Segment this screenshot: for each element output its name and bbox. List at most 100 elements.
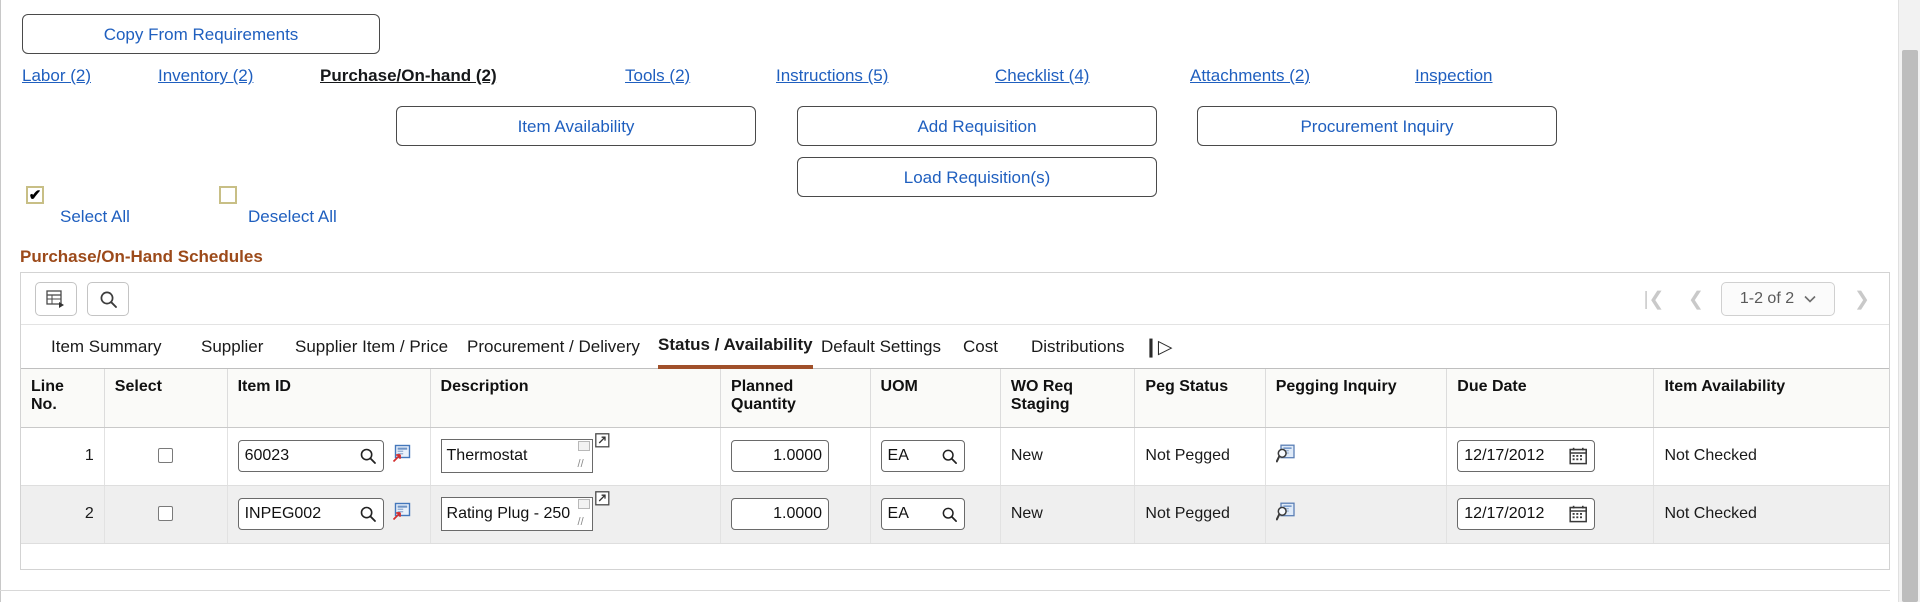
pager-first-button[interactable]: |❮ [1639,282,1669,316]
cell-item-id: INPEG002 [227,485,430,543]
uom-lookup-magnifier-icon[interactable] [941,506,958,523]
copy-from-requirements-button[interactable]: Copy From Requirements [22,14,380,54]
section-link-tabs: Labor (2) Inventory (2) Purchase/On-hand (… [0,66,1900,92]
add-requisition-button[interactable]: Add Requisition [797,106,1157,146]
planned-quantity-value: 1.0000 [773,505,822,523]
column-header-select: Select [104,369,227,427]
grid-find-icon[interactable] [87,282,129,316]
expand-description-icon[interactable] [595,433,612,455]
description-field[interactable]: Thermostat // [441,439,593,473]
lookup-prompt-icon[interactable] [393,502,411,525]
cell-uom: EA [870,485,1000,543]
column-header-pegging-inquiry: Pegging Inquiry [1265,369,1447,427]
cell-peg-status: Not Pegged [1135,427,1265,485]
pager-range-dropdown[interactable]: 1-2 of 2 [1721,282,1835,316]
column-header-item-availability: Item Availability [1654,369,1889,427]
pegging-inquiry-icon[interactable] [1276,444,1296,468]
uom-field[interactable]: EA [881,440,965,472]
column-header-item-id: Item ID [227,369,430,427]
deselect-all-link[interactable]: Deselect All [248,207,337,227]
page-scrollbar[interactable] [1898,0,1920,602]
table-row: 2INPEG002Rating Plug - 250//1.0000EANewN… [21,485,1889,543]
pegging-inquiry-icon[interactable] [1276,502,1296,526]
procurement-inquiry-label: Procurement Inquiry [1300,118,1453,135]
cell-description: Rating Plug - 250 // [430,485,721,543]
description-value: Rating Plug - 250 [447,505,571,523]
uom-lookup-magnifier-icon[interactable] [941,448,958,465]
grid-tab-procurement-delivery[interactable]: Procurement / Delivery [467,325,640,369]
grid-title: Purchase/On-Hand Schedules [20,247,263,267]
item-availability-button[interactable]: Item Availability [396,106,756,146]
calendar-icon[interactable] [1569,447,1588,465]
select-all-link[interactable]: Select All [60,207,130,227]
column-header-wo-req-staging: WO Req Staging [1000,369,1135,427]
grid-personalize-icon[interactable] [35,282,77,316]
page-scrollbar-thumb[interactable] [1902,50,1918,602]
grid-tab-cost[interactable]: Cost [963,325,998,369]
section-link-purchase-on-hand-2[interactable]: Purchase/On-hand (2) [320,66,497,86]
pager-next-button[interactable]: ❯ [1847,282,1877,316]
grid-tab-supplier-item-price[interactable]: Supplier Item / Price [295,325,448,369]
cell-planned-quantity: 1.0000 [721,427,871,485]
grid-tab-item-summary[interactable]: Item Summary [51,325,162,369]
due-date-value: 12/17/2012 [1464,505,1561,523]
item-id-value: 60023 [245,447,351,465]
section-link-inspection[interactable]: Inspection [1415,66,1493,86]
item-id-field[interactable]: 60023 [238,440,384,472]
load-requisitions-button[interactable]: Load Requisition(s) [797,157,1157,197]
due-date-field[interactable]: 12/17/2012 [1457,440,1595,472]
column-header-peg-status: Peg Status [1135,369,1265,427]
section-link-instructions-5[interactable]: Instructions (5) [776,66,888,86]
section-link-tools-2[interactable]: Tools (2) [625,66,690,86]
cell-item-id: 60023 [227,427,430,485]
section-link-checklist-4[interactable]: Checklist (4) [995,66,1089,86]
procurement-inquiry-button[interactable]: Procurement Inquiry [1197,106,1557,146]
description-field[interactable]: Rating Plug - 250 // [441,497,593,531]
planned-quantity-field[interactable]: 1.0000 [731,498,829,530]
select-all-checkbox[interactable]: ✔ [26,186,44,204]
uom-value: EA [888,447,933,465]
cell-due-date: 12/17/2012 [1447,427,1654,485]
deselect-all-checkbox[interactable] [219,186,237,204]
planned-quantity-value: 1.0000 [773,447,822,465]
uom-field[interactable]: EA [881,498,965,530]
lookup-magnifier-icon[interactable] [359,447,377,465]
section-link-inventory-2[interactable]: Inventory (2) [158,66,253,86]
cell-pegging-inquiry [1265,427,1447,485]
row-select-checkbox[interactable] [158,448,173,463]
table-header-row: Line No.SelectItem IDDescriptionPlanned … [21,369,1889,427]
expand-description-icon[interactable] [595,491,612,513]
calendar-icon[interactable] [1569,505,1588,523]
lookup-magnifier-icon[interactable] [359,505,377,523]
copy-from-requirements-label: Copy From Requirements [104,26,299,43]
chevron-down-icon [1804,290,1816,308]
load-requisitions-label: Load Requisition(s) [904,169,1050,186]
cell-uom: EA [870,427,1000,485]
cell-planned-quantity: 1.0000 [721,485,871,543]
description-scroll-hint [578,441,590,451]
description-value: Thermostat [447,447,528,465]
section-link-attachments-2[interactable]: Attachments (2) [1190,66,1310,86]
due-date-field[interactable]: 12/17/2012 [1457,498,1595,530]
grid-tab-status-availability[interactable]: Status / Availability [658,325,813,369]
purchase-on-hand-schedules-grid: |❮ ❮ 1-2 of 2 ❯ Item Summary Supplier Supp… [20,272,1890,570]
grid-tab-more-icon[interactable]: ❙▷ [1143,325,1172,369]
resize-grip-icon[interactable]: // [578,517,590,529]
lookup-prompt-icon[interactable] [393,444,411,467]
pager-previous-button[interactable]: ❮ [1681,282,1711,316]
column-header-description: Description [430,369,721,427]
description-scroll-hint [578,499,590,509]
item-id-field[interactable]: INPEG002 [238,498,384,530]
grid-tab-distributions[interactable]: Distributions [1031,325,1125,369]
resize-grip-icon[interactable]: // [578,459,590,471]
planned-quantity-field[interactable]: 1.0000 [731,440,829,472]
grid-tab-default-settings[interactable]: Default Settings [821,325,941,369]
row-select-checkbox[interactable] [158,506,173,521]
grid-tab-supplier[interactable]: Supplier [201,325,263,369]
table-row: 160023Thermostat//1.0000EANewNot Pegged1… [21,427,1889,485]
section-link-labor-2[interactable]: Labor (2) [22,66,91,86]
pager-range-label: 1-2 of 2 [1740,290,1794,308]
page-bottom-divider [0,590,1890,591]
cell-line-no: 1 [21,427,104,485]
checkmark-icon: ✔ [29,188,42,203]
